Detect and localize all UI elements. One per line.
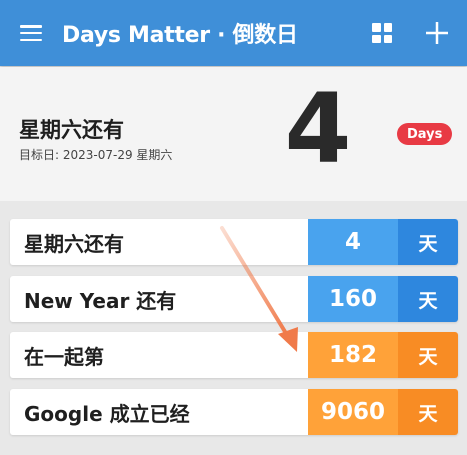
event-count: 4 [308,219,398,265]
event-count: 182 [308,332,398,378]
event-count: 160 [308,276,398,322]
event-unit: 天 [398,276,458,322]
event-row[interactable]: New Year 还有 160 天 [10,276,458,322]
featured-target-date: 目标日: 2023-07-29 星期六 [19,148,173,162]
featured-count: 4 [284,73,352,185]
grid-view-button[interactable] [357,0,407,66]
event-row[interactable]: 在一起第 182 天 [10,332,458,378]
event-unit: 天 [398,389,458,435]
menu-icon [20,25,42,41]
event-row[interactable]: 星期六还有 4 天 [10,219,458,265]
add-event-button[interactable] [407,0,467,66]
event-label: 星期六还有 [10,219,308,265]
featured-title: 星期六还有 [19,118,124,142]
event-count: 9060 [308,389,398,435]
grid-icon [372,23,392,43]
app-bar: Days Matter · 倒数日 [0,0,467,66]
menu-button[interactable] [0,0,62,66]
event-label: Google 成立已经 [10,389,308,435]
event-label: New Year 还有 [10,276,308,322]
event-unit: 天 [398,332,458,378]
event-unit: 天 [398,219,458,265]
add-icon [426,22,448,44]
event-row[interactable]: Google 成立已经 9060 天 [10,389,458,435]
event-label: 在一起第 [10,332,308,378]
app-title: Days Matter · 倒数日 [62,23,298,48]
days-badge: Days [397,123,453,145]
featured-countdown-card[interactable]: 星期六还有 目标日: 2023-07-29 星期六 4 Days [0,67,467,201]
